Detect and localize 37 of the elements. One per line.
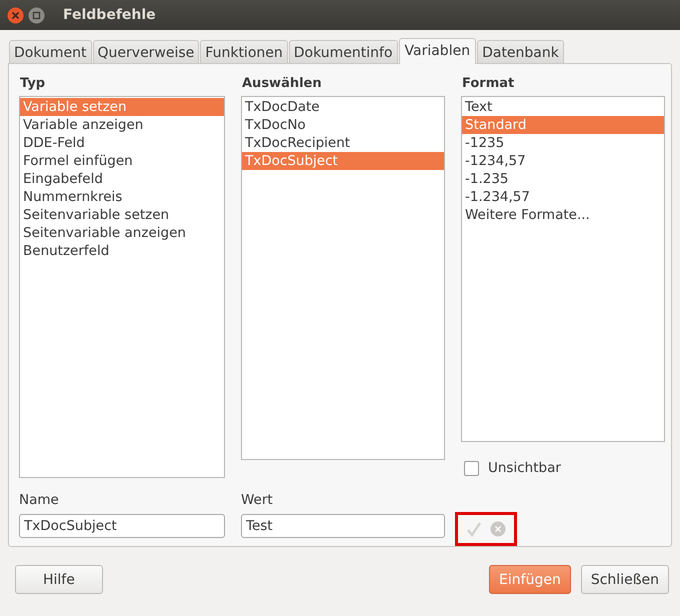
close-icon[interactable]	[7, 6, 24, 24]
window-title: Feldbefehle	[63, 7, 156, 23]
input-field[interactable]: Test	[241, 514, 445, 538]
tab[interactable]: Dokument	[9, 40, 92, 64]
list-item[interactable]: Text	[462, 98, 664, 116]
list-item[interactable]: Benutzerfeld	[20, 242, 224, 260]
list-item[interactable]: DDE-Feld	[20, 134, 224, 152]
maximize-icon[interactable]	[28, 6, 45, 24]
list-item[interactable]: Seitenvariable anzeigen	[20, 224, 224, 242]
button[interactable]: Hilfe	[15, 565, 103, 594]
list-item[interactable]: -1235	[462, 134, 664, 152]
list-item[interactable]: Formel einfügen	[20, 152, 224, 170]
list-item[interactable]: TxDocRecipient	[242, 134, 444, 152]
tab[interactable]: Datenbank	[477, 40, 564, 64]
list-item[interactable]: TxDocDate	[242, 98, 444, 116]
tab[interactable]: Dokumentinfo	[288, 40, 398, 64]
list-item[interactable]: Eingabefeld	[20, 170, 224, 188]
column-heading: Auswählen	[241, 75, 323, 93]
list-item[interactable]: -1.234,57	[462, 188, 664, 206]
tab[interactable]: Funktionen	[200, 40, 288, 64]
list-item[interactable]: Seitenvariable setzen	[20, 206, 224, 224]
field-label: Wert	[241, 492, 274, 508]
input-field[interactable]: TxDocSubject	[19, 514, 225, 538]
checkbox[interactable]	[464, 460, 479, 476]
checkbox-label: Unsichtbar	[488, 460, 561, 476]
list-item[interactable]: -1234,57	[462, 152, 664, 170]
tab[interactable]: Querverweise	[92, 40, 200, 64]
list-item[interactable]: Weitere Formate...	[462, 206, 664, 224]
column-heading: Typ	[19, 75, 46, 93]
list-item[interactable]: -1.235	[462, 170, 664, 188]
tab[interactable]: Variablen	[398, 38, 476, 64]
list-item[interactable]: Nummernkreis	[20, 188, 224, 206]
list-item[interactable]: Variable anzeigen	[20, 116, 224, 134]
list-item[interactable]: TxDocNo	[242, 116, 444, 134]
column-heading: Format	[461, 75, 516, 93]
button[interactable]: Schließen	[580, 565, 669, 594]
field-label: Name	[19, 492, 60, 508]
